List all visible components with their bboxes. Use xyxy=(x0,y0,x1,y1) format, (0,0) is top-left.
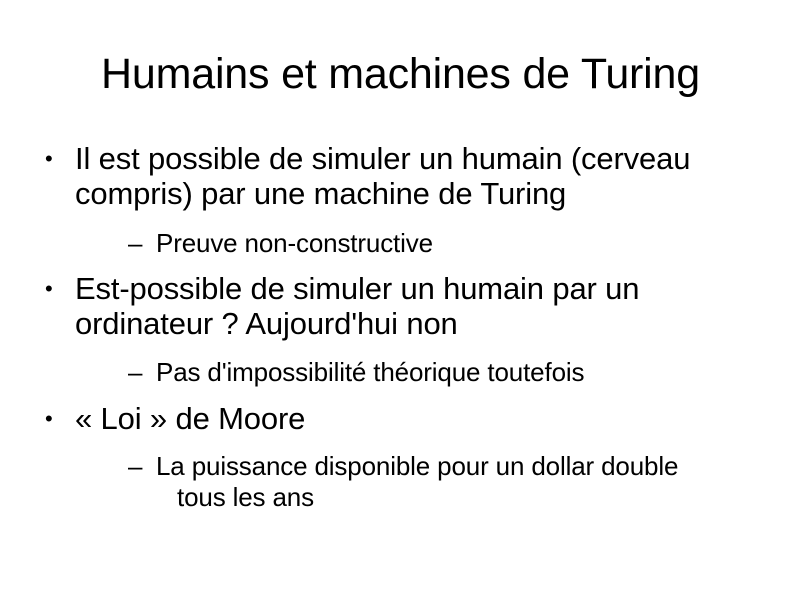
bullet-item-text-line: Est-possible de simuler un humain par un xyxy=(75,271,640,306)
sub-bullet-text-continuation: tous les ans xyxy=(177,482,314,512)
sub-bullet-item-3: – La puissance disponible pour un dollar… xyxy=(128,451,756,513)
dash-icon: – xyxy=(128,451,143,481)
bullet-item-text-line: Il est possible de simuler un humain (ce… xyxy=(75,141,691,176)
dash-icon: – xyxy=(128,228,143,258)
bullet-item-text-line: « Loi » de Moore xyxy=(75,401,306,436)
bullet-icon: • xyxy=(45,276,53,301)
slide: Humains et machines de Turing • Il est p… xyxy=(0,0,801,600)
bullet-list: • Il est possible de simuler un humain (… xyxy=(0,0,801,600)
bullet-icon: • xyxy=(45,406,53,431)
bullet-item-3: • « Loi » de Moore xyxy=(45,401,745,436)
bullet-item-2: • Est-possible de simuler un humain par … xyxy=(45,271,745,341)
sub-bullet-text: Preuve non-constructive xyxy=(156,228,433,258)
sub-bullet-item-2: – Pas d'impossibilité théorique toutefoi… xyxy=(128,357,756,388)
sub-bullet-item-1: – Preuve non-constructive xyxy=(128,228,756,259)
bullet-item-text-line: ordinateur ? Aujourd'hui non xyxy=(75,306,458,341)
bullet-item-1: • Il est possible de simuler un humain (… xyxy=(45,141,745,211)
bullet-item-text-line: compris) par une machine de Turing xyxy=(75,176,567,211)
sub-bullet-text: Pas d'impossibilité théorique toutefois xyxy=(156,357,585,387)
sub-bullet-text: La puissance disponible pour un dollar d… xyxy=(156,451,679,481)
bullet-icon: • xyxy=(45,146,53,171)
dash-icon: – xyxy=(128,357,143,387)
